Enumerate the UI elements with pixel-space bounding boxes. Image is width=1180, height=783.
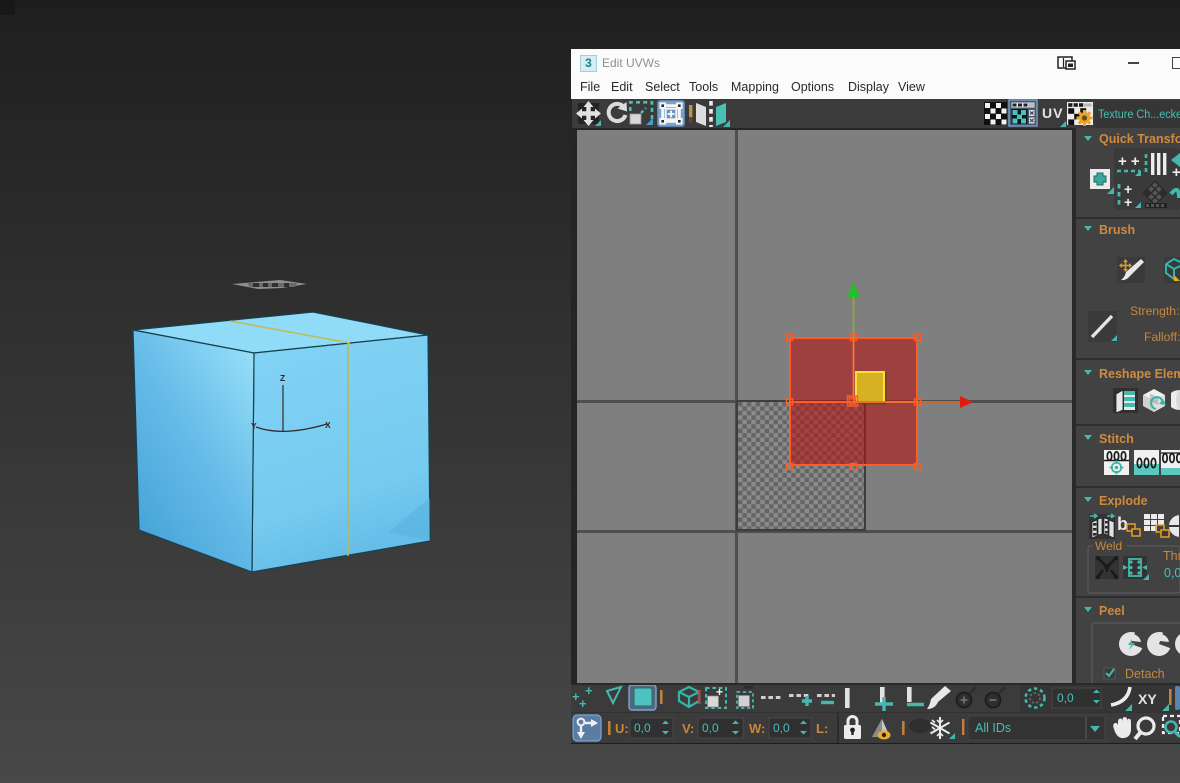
svg-text:Brush: Brush — [1099, 223, 1135, 237]
svg-text:V:: V: — [682, 721, 694, 736]
svg-text:X: X — [325, 420, 331, 430]
svg-text:+: + — [716, 685, 723, 699]
svg-text:Weld: Weld — [1095, 539, 1122, 553]
svg-text:+ +: + + — [1118, 153, 1140, 170]
svg-text:All IDs: All IDs — [975, 721, 1011, 735]
svg-text:Z: Z — [280, 373, 285, 383]
svg-text:0,0: 0,0 — [773, 721, 790, 735]
svg-text:Explode: Explode — [1099, 494, 1148, 508]
svg-text:XY: XY — [1138, 691, 1157, 707]
svg-text:+: + — [579, 696, 587, 711]
svg-text:0,0: 0,0 — [634, 721, 651, 735]
svg-text:Stitch: Stitch — [1099, 432, 1134, 446]
svg-text:+: + — [1172, 164, 1180, 181]
svg-text:Texture Ch...ecke: Texture Ch...ecke — [1098, 107, 1180, 121]
svg-text:Falloff:: Falloff: — [1144, 330, 1180, 344]
svg-text:W:: W: — [749, 721, 765, 736]
svg-text:Y: Y — [251, 421, 257, 431]
svg-text:Strength:: Strength: — [1130, 304, 1179, 318]
svg-text:U:: U: — [615, 721, 629, 736]
svg-text:Peel: Peel — [1099, 604, 1125, 618]
svg-text:+: + — [1124, 194, 1132, 210]
svg-text:Thr: Thr — [1163, 549, 1180, 563]
svg-text:L:: L: — [816, 721, 828, 736]
svg-text:UV: UV — [1042, 105, 1063, 121]
svg-text:Detach: Detach — [1125, 667, 1165, 681]
svg-text:Reshape Eleme: Reshape Eleme — [1099, 367, 1180, 381]
svg-text:0,0: 0,0 — [702, 721, 719, 735]
svg-text:Quick Transfor: Quick Transfor — [1099, 132, 1180, 146]
svg-text:0,0: 0,0 — [1164, 566, 1180, 580]
svg-text:0,0: 0,0 — [1057, 691, 1074, 705]
